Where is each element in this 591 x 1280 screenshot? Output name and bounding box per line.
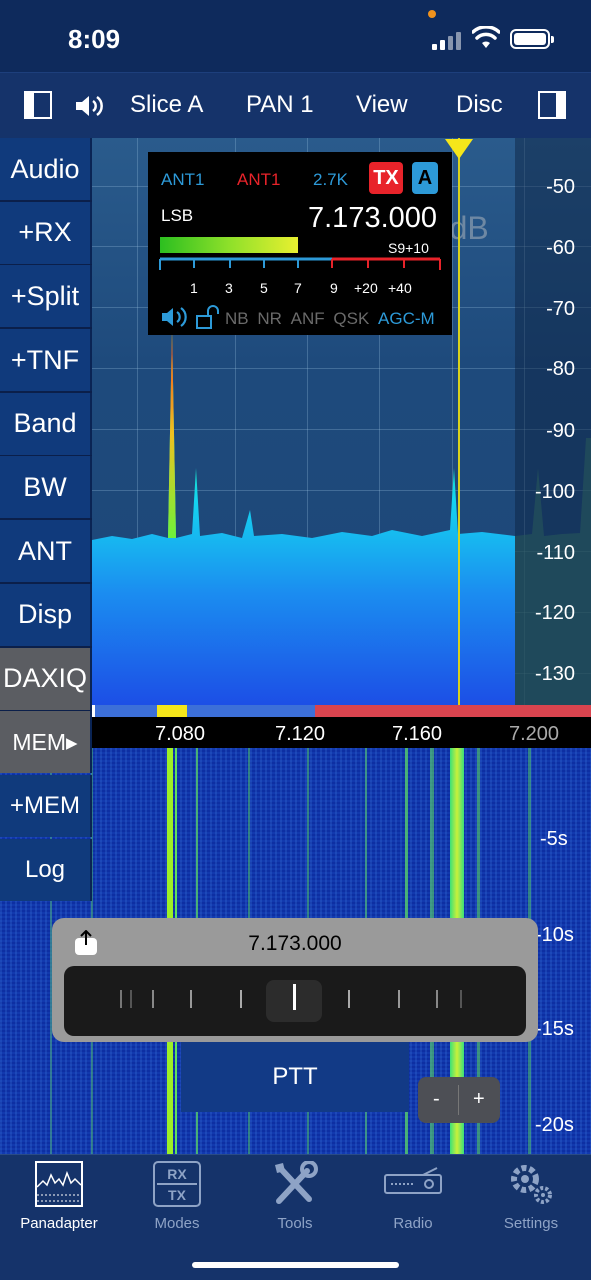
tab-label: Tools [277, 1215, 313, 1232]
minus-button[interactable]: - [433, 1088, 440, 1111]
tab-label: Radio [393, 1215, 433, 1232]
rx-antenna-button[interactable]: ANT1 [161, 170, 204, 190]
log-button[interactable]: Log [0, 838, 92, 901]
right-panel-toggle-icon[interactable] [538, 91, 566, 119]
slice-audio-icon[interactable] [160, 305, 188, 329]
ptt-button[interactable]: PTT [181, 1042, 409, 1112]
pan-menu-button[interactable]: PAN 1 [246, 91, 314, 119]
speaker-icon[interactable] [74, 93, 104, 119]
time-label: -20s [535, 1114, 574, 1136]
svg-text:RX: RX [167, 1166, 187, 1182]
s-scale-label: 1 [190, 280, 198, 296]
qsk-toggle[interactable]: QSK [333, 309, 369, 328]
daxiq-button[interactable]: DAXIQ [0, 647, 92, 710]
freq-label: 7.080 [155, 723, 206, 745]
disc-menu-button[interactable]: Disc [456, 91, 503, 119]
rx-tx-icon: RX TX [153, 1161, 201, 1207]
panadapter-icon [35, 1161, 83, 1207]
unlock-icon[interactable] [194, 304, 220, 330]
status-bar: 8:09 [0, 0, 591, 72]
nb-toggle[interactable]: NB [225, 309, 249, 328]
time-label: -5s [540, 828, 568, 850]
wifi-icon [472, 26, 500, 48]
gear-icon [511, 1165, 552, 1204]
tuning-knob[interactable] [64, 966, 526, 1036]
time-label: -10s [535, 924, 574, 946]
slice-flag[interactable]: ANT1 ANT1 2.7K TX A LSB 7.173.000 S9+10 … [148, 152, 452, 335]
step-control: - + [418, 1077, 500, 1123]
s-scale-label: 3 [225, 280, 233, 296]
disp-button[interactable]: Disp [0, 583, 92, 646]
db-label: -120 [534, 602, 575, 624]
s-meter-scale [159, 257, 441, 270]
tune-line[interactable] [458, 138, 460, 706]
tuning-knob-panel: 7.173.000 [52, 918, 538, 1042]
tab-label: Settings [503, 1215, 559, 1232]
tab-label: Modes [154, 1215, 200, 1232]
view-menu-button[interactable]: View [356, 91, 408, 119]
tx-antenna-button[interactable]: ANT1 [237, 170, 280, 190]
freq-label: 7.120 [275, 723, 326, 745]
db-label: -80 [546, 358, 575, 380]
db-label: -130 [534, 663, 575, 685]
db-label: -50 [546, 176, 575, 198]
db-label: -110 [536, 542, 575, 564]
s-scale-label: +20 [354, 280, 378, 296]
db-label: -70 [546, 298, 575, 320]
s-meter-reading: S9+10 [388, 240, 429, 256]
add-mem-button[interactable]: +MEM [0, 774, 92, 837]
add-tnf-button[interactable]: +TNF [0, 329, 92, 392]
mode-button[interactable]: LSB [161, 206, 193, 226]
status-time: 8:09 [68, 24, 121, 54]
ant-button[interactable]: ANT [0, 520, 92, 583]
left-panel-toggle-icon[interactable] [24, 91, 52, 119]
mem-button[interactable]: MEM▸ [0, 711, 92, 774]
s-scale-label: +40 [388, 280, 412, 296]
bw-button[interactable]: BW [0, 456, 92, 519]
slice-frequency[interactable]: 7.173.000 [308, 202, 437, 235]
battery-icon [510, 29, 554, 49]
radio-icon [384, 1167, 442, 1194]
privacy-indicator [428, 10, 436, 18]
anf-toggle[interactable]: ANF [291, 309, 325, 328]
home-indicator[interactable] [192, 1262, 399, 1268]
add-rx-button[interactable]: +RX [0, 201, 92, 264]
tx-badge[interactable]: TX [369, 162, 403, 194]
tab-label: Panadapter [20, 1215, 98, 1232]
db-label: -60 [546, 237, 575, 259]
bandwidth-button[interactable]: 2.7K [313, 170, 348, 190]
audio-button[interactable]: Audio [0, 138, 92, 200]
s-scale-label: 9 [330, 280, 338, 296]
tools-icon [275, 1161, 318, 1204]
band-segment-bar [92, 705, 591, 717]
freq-label: 7.160 [392, 723, 443, 745]
top-toolbar: Slice A PAN 1 View Disc [0, 72, 591, 138]
nr-toggle[interactable]: NR [257, 309, 282, 328]
s-meter-bar [160, 237, 298, 253]
s-scale-label: 5 [260, 280, 268, 296]
add-split-button[interactable]: +Split [0, 265, 92, 328]
slice-menu-button[interactable]: Slice A [130, 91, 203, 119]
time-label: -15s [535, 1018, 574, 1040]
db-label: -90 [546, 420, 575, 442]
band-button[interactable]: Band [0, 392, 92, 455]
s-scale-label: 7 [294, 280, 302, 296]
freq-label: 7.200 [509, 723, 560, 745]
frequency-axis: 7.080 7.120 7.160 7.200 [92, 717, 591, 748]
tuner-frequency: 7.173.000 [248, 932, 342, 955]
slice-letter-badge[interactable]: A [412, 162, 438, 194]
db-label: -100 [534, 481, 575, 503]
plus-button[interactable]: + [473, 1088, 485, 1111]
cellular-signal-icon [432, 30, 464, 50]
agc-button[interactable]: AGC-M [378, 309, 435, 328]
side-menu: Audio +RX +Split +TNF Band BW ANT Disp D… [0, 138, 92, 902]
svg-text:TX: TX [168, 1187, 187, 1203]
